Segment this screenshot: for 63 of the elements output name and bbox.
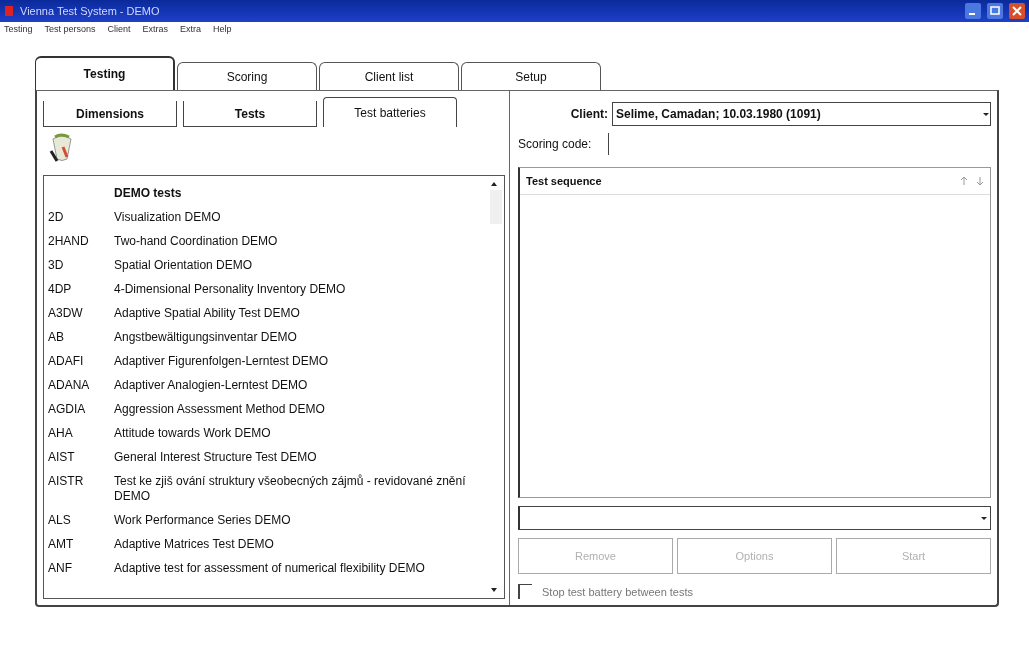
tab[interactable]: Dimensions — [43, 101, 177, 127]
test-code[interactable]: ADANA — [48, 378, 114, 393]
app-icon — [4, 5, 14, 17]
minimize-button[interactable] — [965, 3, 981, 19]
test-name[interactable]: Adaptiver Figurenfolgen-Lerntest DEMO — [114, 354, 488, 369]
maximize-button[interactable] — [987, 3, 1003, 19]
test-name[interactable]: 4-Dimensional Personality Inventory DEMO — [114, 282, 488, 297]
scoring-code-label: Scoring code: — [518, 137, 593, 151]
test-name[interactable]: Attitude towards Work DEMO — [114, 426, 488, 441]
test-name[interactable]: Work Performance Series DEMO — [114, 513, 488, 528]
window-title: Vienna Test System - DEMO — [20, 5, 160, 17]
test-name[interactable]: Adaptive Spatial Ability Test DEMO — [114, 306, 488, 321]
move-down-icon[interactable] — [976, 176, 984, 186]
test-code[interactable]: AB — [48, 330, 114, 345]
tab[interactable]: Scoring — [177, 62, 317, 90]
tab[interactable]: Test batteries — [323, 97, 457, 127]
menu-item[interactable]: Help — [213, 24, 232, 34]
menu-item[interactable]: Extra — [180, 24, 202, 34]
test-name[interactable]: Two-hand Coordination DEMO — [114, 234, 488, 249]
group-heading: DEMO tests — [113, 186, 183, 201]
tab[interactable]: Client list — [319, 62, 459, 90]
test-code[interactable]: AISTR — [48, 474, 114, 504]
close-button[interactable] — [1009, 3, 1025, 19]
move-up-icon[interactable] — [960, 176, 968, 186]
test-name[interactable]: Spatial Orientation DEMO — [114, 258, 488, 273]
client-dropdown[interactable]: Selime, Camadan; 10.03.1980 (1091) — [612, 102, 991, 126]
column-header: Test sequence — [526, 175, 603, 187]
test-name[interactable]: Test ke zjiš ování struktury všeobecných zájmů - revidované znění DEMO — [114, 474, 488, 504]
brush-icon[interactable] — [49, 133, 75, 163]
test-code[interactable]: 3D — [48, 258, 114, 273]
test-name[interactable]: General Interest Structure Test DEMO — [114, 450, 488, 465]
checkbox-label: Stop test battery between tests — [542, 585, 694, 598]
test-code[interactable]: ANF — [48, 561, 114, 576]
scroll-down-icon[interactable] — [490, 586, 498, 594]
test-code[interactable]: 2HAND — [48, 234, 114, 249]
test-name[interactable]: Adaptive Matrices Test DEMO — [114, 537, 488, 552]
test-name[interactable]: Adaptiver Analogien-Lerntest DEMO — [114, 378, 488, 393]
test-code[interactable]: AHA — [48, 426, 114, 441]
menu-item[interactable]: Test persons — [44, 24, 96, 34]
client-label: Client: — [569, 107, 609, 121]
test-name[interactable]: Aggression Assessment Method DEMO — [114, 402, 488, 417]
scroll-up-icon[interactable] — [490, 180, 498, 188]
test-name[interactable]: Visualization DEMO — [114, 210, 488, 225]
test-code[interactable]: ADAFI — [48, 354, 114, 369]
test-code[interactable]: AGDIA — [48, 402, 114, 417]
test-name[interactable]: Angstbewältigungsinventar DEMO — [114, 330, 488, 345]
test-code[interactable]: AMT — [48, 537, 114, 552]
test-code[interactable]: 2D — [48, 210, 114, 225]
dropdown-arrow-icon[interactable] — [982, 110, 990, 118]
dropdown-arrow-icon[interactable] — [980, 514, 988, 522]
tab[interactable]: Testing — [35, 56, 175, 90]
checkbox[interactable] — [518, 584, 532, 599]
tab[interactable]: Setup — [461, 62, 601, 90]
dropdown[interactable] — [518, 506, 991, 530]
menu-item[interactable]: Testing — [4, 24, 33, 34]
test-code[interactable]: A3DW — [48, 306, 114, 321]
menu-item[interactable]: Client — [107, 24, 131, 34]
test-code[interactable]: 4DP — [48, 282, 114, 297]
test-code[interactable]: AIST — [48, 450, 114, 465]
test-name[interactable]: Adaptive test for assessment of numerical flexibility DEMO — [114, 561, 488, 576]
menu-item[interactable]: Extras — [142, 24, 169, 34]
test-code[interactable]: ALS — [48, 513, 114, 528]
tab[interactable]: Tests — [183, 101, 317, 127]
